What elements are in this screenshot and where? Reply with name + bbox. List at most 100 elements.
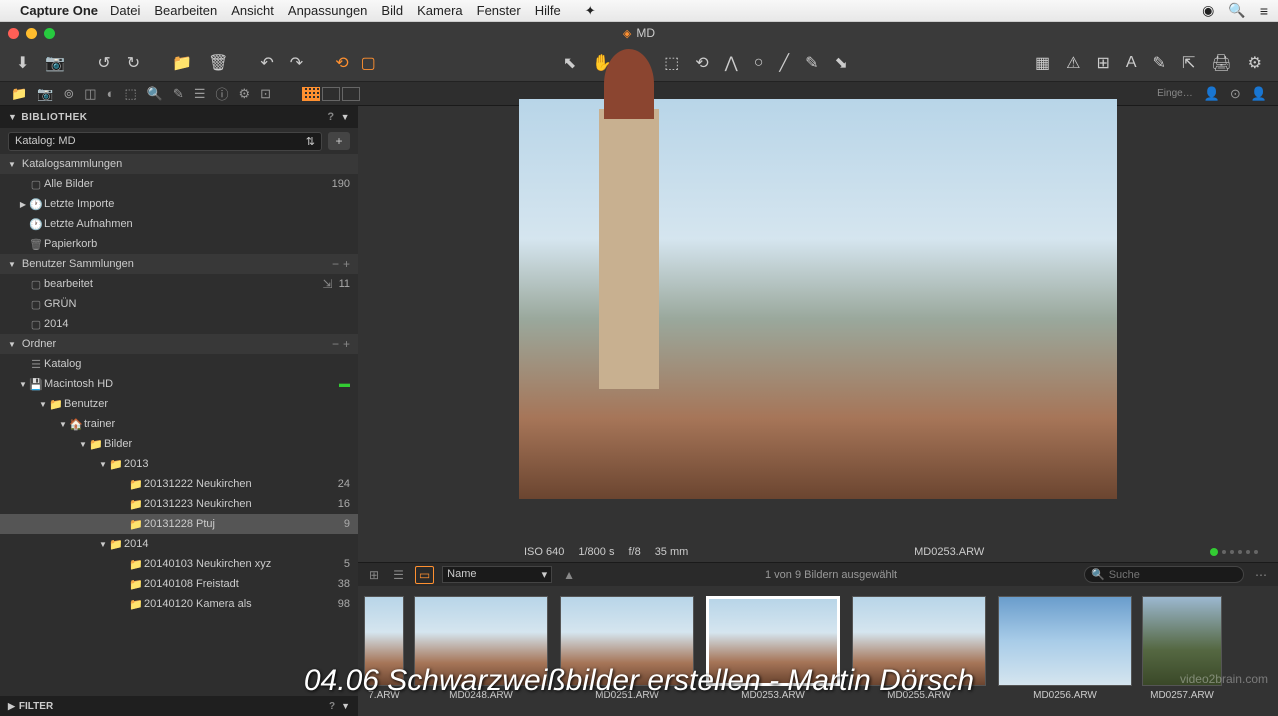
search-input[interactable] xyxy=(1109,569,1237,581)
folder-20140103[interactable]: 📁 20140103 Neukirchen xyz 5 xyxy=(0,554,358,574)
preview-pane[interactable]: ISO 640 1/800 s f/8 35 mm MD0253.ARW xyxy=(358,106,1278,562)
menu-bild[interactable]: Bild xyxy=(381,3,403,18)
sidebar-item-letzte-aufnahmen[interactable]: 🕐 Letzte Aufnahmen xyxy=(0,214,358,234)
more-icon[interactable]: ⋯ xyxy=(1252,567,1270,583)
annotation-icon[interactable]: A xyxy=(1120,50,1143,76)
metadata-tab-icon[interactable]: ☰ xyxy=(189,84,211,104)
login-status[interactable]: Einge… xyxy=(1157,88,1193,99)
folder-benutzer[interactable]: ▼📁 Benutzer xyxy=(0,394,358,414)
sidebar-item-alle-bilder[interactable]: ▢ Alle Bilder 190 xyxy=(0,174,358,194)
folder-20140108[interactable]: 📁 20140108 Freistadt 38 xyxy=(0,574,358,594)
crop-tab-icon[interactable]: ⬚ xyxy=(119,84,141,104)
thumbnail-strip[interactable]: 7.ARW MD0248.ARW MD0251.ARW MD0253.ARW M… xyxy=(358,586,1278,716)
heal-icon[interactable]: ✎ xyxy=(799,49,824,77)
menu-hilfe[interactable]: Hilfe xyxy=(535,3,561,18)
import-icon[interactable]: ⬇ xyxy=(10,49,35,77)
sidebar-item-papierkorb[interactable]: 🗑 Papierkorb xyxy=(0,234,358,254)
settings-icon[interactable]: ⚙ xyxy=(1242,49,1268,77)
folder-2014[interactable]: ▼📁 2014 xyxy=(0,534,358,554)
sidebar-item-bearbeitet[interactable]: ▢ bearbeitet ⇲ 11 xyxy=(0,274,358,294)
toggle-icon[interactable]: ⊙ xyxy=(1225,84,1246,104)
folder-open-icon[interactable]: 📁 xyxy=(166,49,198,77)
sort-selector[interactable]: Name ▾ xyxy=(442,566,552,583)
section-ordner[interactable]: ▼Ordner − + xyxy=(0,334,358,354)
menu-icon[interactable]: ▼ xyxy=(341,112,350,122)
view-filmstrip-icon[interactable]: ▭ xyxy=(415,566,434,584)
spotlight-icon[interactable]: 🔍 xyxy=(1228,2,1245,19)
view-grid-icon[interactable]: ⊞ xyxy=(366,567,382,583)
menu-list-icon[interactable]: ≡ xyxy=(1260,3,1268,19)
minus-icon[interactable]: − xyxy=(332,257,339,271)
folder-20131222[interactable]: 📁 20131222 Neukirchen 24 xyxy=(0,474,358,494)
minimize-button[interactable] xyxy=(26,28,37,39)
search-field[interactable]: 🔍 xyxy=(1084,566,1244,583)
minus-icon[interactable]: − xyxy=(332,337,339,351)
thumbnail[interactable]: MD0251.ARW xyxy=(558,596,696,701)
crop-icon[interactable]: ⬚ xyxy=(658,49,685,77)
batch-tab-icon[interactable]: ⊡ xyxy=(255,84,276,104)
folder-macintosh-hd[interactable]: ▼💾 Macintosh HD ▬ xyxy=(0,374,358,394)
library-tab-icon[interactable]: 📁 xyxy=(6,84,32,104)
menu-anpassungen[interactable]: Anpassungen xyxy=(288,3,368,18)
menu-kamera[interactable]: Kamera xyxy=(417,3,463,18)
help-icon[interactable]: ? xyxy=(327,111,334,123)
folder-2013[interactable]: ▼📁 2013 xyxy=(0,454,358,474)
share-icon[interactable]: ⇱ xyxy=(1176,49,1201,77)
warning-icon[interactable]: ⚠ xyxy=(1060,49,1086,77)
thumbnail[interactable]: 7.ARW xyxy=(364,596,404,701)
adjust-tab-icon[interactable]: ✎ xyxy=(168,84,189,104)
view-split-icon[interactable] xyxy=(322,87,340,101)
exposure-tab-icon[interactable]: ◐ xyxy=(102,84,120,103)
plus-icon[interactable]: + xyxy=(343,257,350,271)
menu-datei[interactable]: Datei xyxy=(110,3,140,18)
menu-icon[interactable]: ▼ xyxy=(341,701,350,711)
folder-trainer[interactable]: ▼🏠 trainer xyxy=(0,414,358,434)
user-icon[interactable]: 👤 xyxy=(1199,84,1225,104)
section-benutzer[interactable]: ▼Benutzer Sammlungen − + xyxy=(0,254,358,274)
output-tab-icon[interactable]: ⓘ xyxy=(210,82,233,105)
creative-cloud-icon[interactable]: ◉ xyxy=(1202,2,1214,19)
cursor-icon[interactable]: ⬉ xyxy=(557,49,582,77)
menu-bearbeiten[interactable]: Bearbeiten xyxy=(154,3,217,18)
gear-tab-icon[interactable]: ⚙ xyxy=(234,84,256,104)
close-button[interactable] xyxy=(8,28,19,39)
variants-icon[interactable]: ▢ xyxy=(355,49,382,77)
color-tags[interactable] xyxy=(1210,548,1258,556)
thumbnail[interactable]: MD0255.ARW xyxy=(850,596,988,701)
sidebar-item-gruen[interactable]: ▢ GRÜN xyxy=(0,294,358,314)
plus-icon[interactable]: + xyxy=(343,337,350,351)
view-single-icon[interactable] xyxy=(342,87,360,101)
app-switcher-icon[interactable]: ✦ xyxy=(585,3,596,19)
reset-icon[interactable]: ⟲ xyxy=(329,49,354,77)
menu-fenster[interactable]: Fenster xyxy=(477,3,521,18)
trash-icon[interactable]: 🗑 xyxy=(202,49,234,77)
rotate-right-icon[interactable]: ↻ xyxy=(121,49,146,77)
keystone-icon[interactable]: ⋀ xyxy=(719,49,744,77)
section-katalogsammlungen[interactable]: ▼Katalogsammlungen xyxy=(0,154,358,174)
panel-title-bibliothek[interactable]: ▼ BIBLIOTHEK ? ▼ xyxy=(0,106,358,128)
exposure-warn-icon[interactable]: ▦ xyxy=(1029,49,1056,77)
help-icon[interactable]: ? xyxy=(329,701,335,712)
lens-tab-icon[interactable]: ⊚ xyxy=(58,84,79,104)
menu-ansicht[interactable]: Ansicht xyxy=(231,3,274,18)
rotate-tool-icon[interactable]: ⟲ xyxy=(689,49,714,77)
thumbnail[interactable]: MD0256.ARW xyxy=(996,596,1134,701)
thumbnail-selected[interactable]: MD0253.ARW xyxy=(704,596,842,701)
details-tab-icon[interactable]: 🔍 xyxy=(142,84,168,104)
color-tab-icon[interactable]: ◫ xyxy=(79,84,101,104)
sidebar-item-letzte-importe[interactable]: ▶ 🕐 Letzte Importe xyxy=(0,194,358,214)
folder-20131223[interactable]: 📁 20131223 Neukirchen 16 xyxy=(0,494,358,514)
catalog-selector[interactable]: Katalog: MD ⇅ xyxy=(8,132,322,151)
folder-bilder[interactable]: ▼📁 Bilder xyxy=(0,434,358,454)
add-catalog-button[interactable]: + xyxy=(328,132,350,150)
view-list-icon[interactable]: ☰ xyxy=(390,567,407,583)
user2-icon[interactable]: 👤 xyxy=(1246,84,1272,104)
picker-icon[interactable]: ⬊ xyxy=(828,49,853,77)
redo-icon[interactable]: ↷ xyxy=(284,49,309,77)
undo-icon[interactable]: ↶ xyxy=(254,49,279,77)
app-name[interactable]: Capture One xyxy=(20,3,98,18)
grid-icon[interactable]: ⊞ xyxy=(1090,49,1115,77)
sidebar-item-2014-album[interactable]: ▢ 2014 xyxy=(0,314,358,334)
brush-icon[interactable]: ╱ xyxy=(773,49,795,77)
panel-title-filter[interactable]: ▶ FILTER ? ▼ xyxy=(0,696,358,716)
